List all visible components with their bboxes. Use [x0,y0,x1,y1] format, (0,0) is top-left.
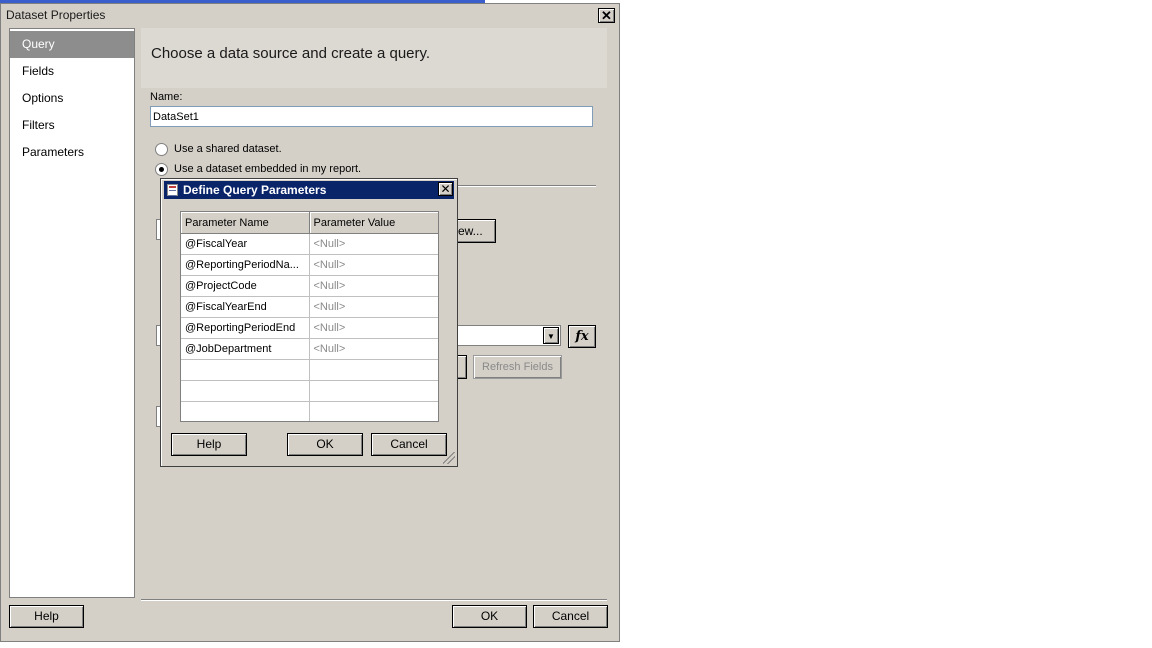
sidebar-item-filters[interactable]: Filters [10,112,134,139]
table-row: @FiscalYear <Null> [181,233,438,255]
sidebar-item-query[interactable]: Query [10,31,134,58]
sidebar-item-label: Parameters [22,145,85,159]
dialog-help-button[interactable]: Help [171,433,247,456]
sidebar: Query Fields Options Filters Parameters [9,28,135,598]
sidebar-item-label: Filters [22,118,55,132]
radio-selected-dot [159,167,164,172]
parameter-value-cell[interactable]: <Null> [309,317,438,339]
parameter-name-cell[interactable]: @ReportingPeriodEnd [181,317,310,339]
new-button-label: ew... [458,224,483,238]
refresh-fields-label: Refresh Fields [482,361,553,373]
close-icon: ✕ [440,182,451,196]
parameter-name-cell[interactable] [181,359,310,381]
help-button[interactable]: Help [9,605,84,628]
table-row [181,380,438,402]
parameter-name-cell[interactable]: @FiscalYear [181,233,310,255]
window-close-button[interactable]: ✕ [598,8,615,23]
dialog-ok-label: OK [316,437,334,451]
parameter-value-cell[interactable] [309,401,438,421]
dialog-title: Define Query Parameters [183,183,327,197]
combo-dropdown-button[interactable]: ▼ [543,327,559,344]
parameters-table: Parameter Name Parameter Value @FiscalYe… [181,212,438,421]
cancel-button[interactable]: Cancel [533,605,608,628]
ok-button-label: OK [480,609,499,623]
parameter-value-cell[interactable]: <Null> [309,275,438,297]
embedded-dataset-label: Use a dataset embedded in my report. [174,163,362,175]
dialog-cancel-label: Cancel [390,437,428,451]
dialog-titlebar: Define Query Parameters [164,181,454,199]
sidebar-item-parameters[interactable]: Parameters [10,139,134,166]
chevron-down-icon: ▼ [547,332,555,341]
dialog-ok-button[interactable]: OK [287,433,363,456]
window-titlebar: Dataset Properties ✕ [1,4,619,26]
name-label: Name: [150,91,183,103]
resize-grip-icon[interactable] [443,452,455,464]
name-input[interactable] [150,106,593,127]
table-row: @FiscalYearEnd <Null> [181,296,438,318]
dialog-window-icon [167,184,178,196]
help-button-label: Help [34,609,59,623]
expression-button[interactable]: fx [568,325,596,348]
table-row [181,359,438,381]
parameter-name-cell[interactable] [181,401,310,421]
table-row: @JobDepartment <Null> [181,338,438,360]
parameter-value-cell[interactable] [309,380,438,402]
parameters-grid: Parameter Name Parameter Value @FiscalYe… [180,211,439,422]
sidebar-item-options[interactable]: Options [10,85,134,112]
table-row: @ProjectCode <Null> [181,275,438,297]
define-query-parameters-dialog: Define Query Parameters ✕ Parameter Name… [160,178,458,467]
parameter-value-cell[interactable]: <Null> [309,233,438,255]
sidebar-item-label: Query [22,37,55,51]
column-header-parameter-value[interactable]: Parameter Value [309,212,438,234]
dialog-help-label: Help [196,437,222,451]
dialog-close-button[interactable]: ✕ [438,182,453,196]
sidebar-item-label: Options [22,91,64,105]
window-title: Dataset Properties [6,8,106,22]
column-header-parameter-name[interactable]: Parameter Name [181,212,310,234]
parameter-name-cell[interactable]: @FiscalYearEnd [181,296,310,318]
cancel-button-label: Cancel [551,609,590,623]
fx-icon: fx [575,329,589,344]
parameter-name-cell[interactable] [181,380,310,402]
footer-divider [141,599,607,601]
dialog-cancel-button[interactable]: Cancel [371,433,447,456]
shared-dataset-radio[interactable] [155,143,168,156]
page-title: Choose a data source and create a query. [151,45,431,62]
parameter-value-cell[interactable]: <Null> [309,296,438,318]
parameter-name-cell[interactable]: @ProjectCode [181,275,310,297]
ok-button[interactable]: OK [452,605,527,628]
parameter-value-cell[interactable]: <Null> [309,254,438,276]
sidebar-item-label: Fields [22,64,55,78]
table-row [181,401,438,421]
parameter-value-cell[interactable]: <Null> [309,338,438,360]
parameter-name-cell[interactable]: @JobDepartment [181,338,310,360]
parameter-value-cell[interactable] [309,359,438,381]
table-header-row: Parameter Name Parameter Value [181,212,438,234]
table-row: @ReportingPeriodNa... <Null> [181,254,438,276]
shared-dataset-label: Use a shared dataset. [174,143,282,155]
embedded-dataset-radio[interactable] [155,163,168,176]
refresh-fields-button[interactable]: Refresh Fields [473,355,562,379]
parameter-name-cell[interactable]: @ReportingPeriodNa... [181,254,310,276]
close-icon: ✕ [601,8,612,23]
table-row: @ReportingPeriodEnd <Null> [181,317,438,339]
sidebar-item-fields[interactable]: Fields [10,58,134,85]
